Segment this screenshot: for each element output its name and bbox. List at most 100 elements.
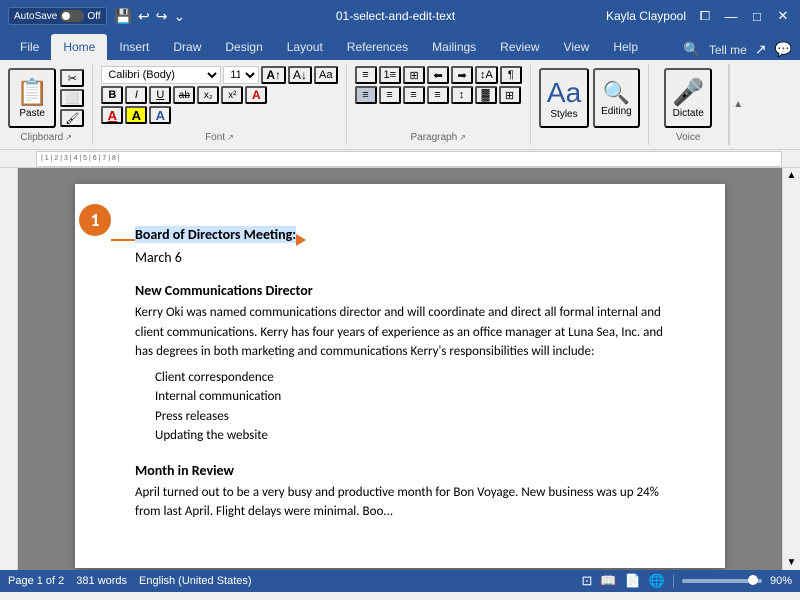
- maximize-button[interactable]: □: [748, 9, 766, 23]
- tab-insert[interactable]: Insert: [107, 34, 161, 60]
- scroll-up-button[interactable]: ▲: [783, 168, 800, 183]
- underline-button[interactable]: U: [149, 86, 171, 104]
- read-mode-icon[interactable]: 📖: [600, 573, 616, 589]
- editing-button[interactable]: 🔍 Editing: [593, 68, 640, 128]
- ruler-area: | 1 | 2 | 3 | 4 | 5 | 6 | 7 | 8 |: [0, 150, 800, 168]
- subscript-button[interactable]: x₂: [197, 86, 219, 104]
- ribbon-display-button[interactable]: ⧠: [696, 9, 714, 23]
- undo-icon[interactable]: ↩: [138, 8, 150, 25]
- word-count: 381 words: [76, 575, 127, 587]
- status-right: ⊡ 📖 📄 🌐 90%: [582, 573, 793, 589]
- justify-button[interactable]: ≡: [427, 86, 449, 104]
- focus-mode-icon[interactable]: ⊡: [582, 573, 593, 589]
- tab-mailings[interactable]: Mailings: [420, 34, 488, 60]
- styles-label: Styles: [550, 109, 577, 120]
- autosave-toggle[interactable]: [60, 10, 84, 22]
- align-left-button[interactable]: ≡: [355, 86, 377, 104]
- redo-icon[interactable]: ↪: [156, 8, 168, 25]
- strikethrough-button[interactable]: ab: [173, 86, 195, 104]
- bullets-button[interactable]: ≡: [355, 66, 377, 84]
- multilevel-button[interactable]: ⊞: [403, 66, 425, 84]
- tab-file[interactable]: File: [8, 34, 51, 60]
- dictate-icon: 🎤: [672, 77, 704, 108]
- zoom-slider[interactable]: [682, 579, 762, 583]
- sort-button[interactable]: ↕A: [475, 66, 498, 84]
- scroll-right[interactable]: ▲ ▼: [782, 168, 800, 570]
- clear-format-button[interactable]: A: [245, 86, 267, 104]
- tab-design[interactable]: Design: [213, 34, 274, 60]
- font-family-select[interactable]: Calibri (Body): [101, 66, 221, 84]
- font-color-button[interactable]: A: [101, 106, 123, 124]
- title-bar: AutoSave Off 💾 ↩ ↪ ⌄ 01-select-and-edit-…: [0, 0, 800, 32]
- clipboard-content: 📋 Paste ✂ ⬜ 🖌: [8, 66, 84, 130]
- para-row-1: ≡ 1≡ ⊞ ⬅ ➡ ↕A ¶: [355, 66, 522, 84]
- language: English (United States): [139, 575, 252, 587]
- font-size-select[interactable]: 11: [223, 66, 259, 84]
- styles-content: Aa Styles 🔍 Editing: [539, 66, 640, 130]
- italic-button[interactable]: I: [125, 86, 147, 104]
- tab-review[interactable]: Review: [488, 34, 551, 60]
- page-info: Page 1 of 2: [8, 575, 64, 587]
- status-divider: [673, 574, 674, 588]
- web-layout-icon[interactable]: 🌐: [649, 573, 665, 589]
- bold-button[interactable]: B: [101, 86, 123, 104]
- cut-icon: ✂: [68, 72, 77, 85]
- save-icon[interactable]: 💾: [115, 8, 132, 25]
- format-painter-icon: 🖌: [65, 112, 79, 125]
- tell-me-label[interactable]: Tell me: [709, 43, 747, 57]
- text-effect-button[interactable]: A: [149, 106, 171, 124]
- tab-layout[interactable]: Layout: [275, 34, 335, 60]
- section-1-heading: New Communications Director: [135, 280, 665, 301]
- increase-font-button[interactable]: A↑: [261, 66, 286, 84]
- clipboard-label: Clipboard ↗: [20, 130, 72, 143]
- show-hide-button[interactable]: ¶: [500, 66, 522, 84]
- align-right-button[interactable]: ≡: [403, 86, 425, 104]
- align-center-button[interactable]: ≡: [379, 86, 401, 104]
- cut-button[interactable]: ✂: [60, 69, 84, 87]
- search-icon[interactable]: 🔍: [683, 41, 700, 58]
- tab-home[interactable]: Home: [51, 34, 107, 60]
- document-heading: Board of Directors Meeting:: [135, 224, 665, 245]
- copy-button[interactable]: ⬜: [60, 89, 84, 107]
- comments-icon[interactable]: 💬: [775, 41, 792, 58]
- decrease-indent-button[interactable]: ⬅: [427, 66, 449, 84]
- document-page[interactable]: 1 Board of Directors Meeting: March 6 Ne…: [75, 184, 725, 568]
- tab-draw[interactable]: Draw: [161, 34, 213, 60]
- print-layout-icon[interactable]: 📄: [625, 573, 641, 589]
- tab-references[interactable]: References: [335, 34, 420, 60]
- font-row-1: Calibri (Body) 11 A↑ A↓ Aa: [101, 66, 337, 84]
- highlight-button[interactable]: A: [125, 106, 147, 124]
- paste-label: Paste: [19, 108, 45, 119]
- line-spacing-button[interactable]: ↕: [451, 86, 473, 104]
- autosave-button[interactable]: AutoSave Off: [8, 7, 107, 25]
- decrease-font-button[interactable]: A↓: [288, 66, 312, 84]
- dictate-button[interactable]: 🎤 Dictate: [664, 68, 712, 128]
- close-button[interactable]: ✕: [774, 9, 792, 23]
- tab-help[interactable]: Help: [601, 34, 650, 60]
- minimize-button[interactable]: —: [722, 9, 740, 23]
- borders-button[interactable]: ⊞: [499, 86, 521, 104]
- scroll-down-button[interactable]: ▼: [783, 555, 800, 570]
- tab-view[interactable]: View: [552, 34, 602, 60]
- paste-icon: 📋: [16, 77, 48, 108]
- numbering-button[interactable]: 1≡: [379, 66, 402, 84]
- format-painter-button[interactable]: 🖌: [60, 109, 84, 127]
- para-content: ≡ 1≡ ⊞ ⬅ ➡ ↕A ¶ ≡ ≡ ≡ ≡ ↕ ▓ ⊞: [355, 66, 522, 130]
- shading-button[interactable]: ▓: [475, 86, 497, 104]
- styles-icon: Aa: [547, 77, 581, 109]
- paste-button[interactable]: 📋 Paste: [8, 68, 56, 128]
- clipboard-expand-icon[interactable]: ↗: [65, 133, 72, 142]
- superscript-button[interactable]: x²: [221, 86, 243, 104]
- heading-text[interactable]: Board of Directors Meeting:: [135, 226, 296, 243]
- increase-indent-button[interactable]: ➡: [451, 66, 473, 84]
- filename-label: 01-select-and-edit-text: [336, 9, 455, 23]
- font-expand-icon[interactable]: ↗: [227, 133, 234, 142]
- more-quick-access-icon[interactable]: ⌄: [173, 8, 185, 25]
- section-1-body: Kerry Oki was named communications direc…: [135, 303, 665, 362]
- font-row-3: A A A: [101, 106, 171, 124]
- ribbon-collapse-button[interactable]: ▲: [729, 64, 747, 145]
- styles-button[interactable]: Aa Styles: [539, 68, 589, 128]
- paragraph-expand-icon[interactable]: ↗: [459, 133, 466, 142]
- change-case-button[interactable]: Aa: [314, 66, 337, 84]
- share-icon[interactable]: ↗: [755, 41, 767, 58]
